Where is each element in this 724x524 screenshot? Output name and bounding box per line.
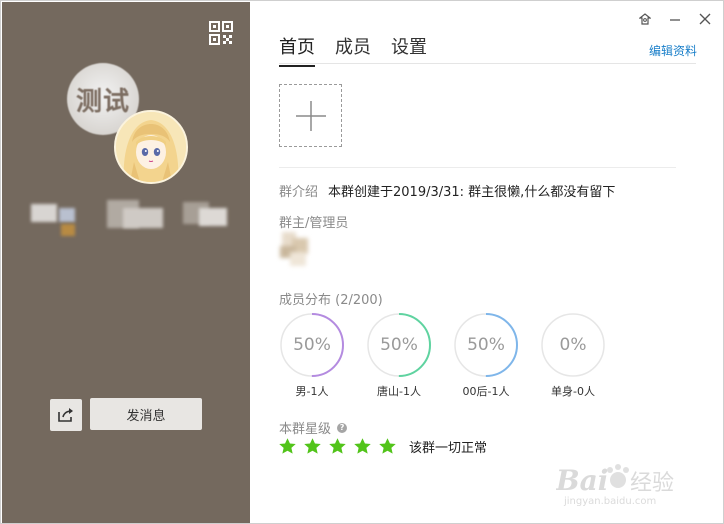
distribution-item: 50% 00后-1人 [453, 312, 519, 399]
star-icon [279, 438, 296, 454]
window-controls [638, 12, 712, 26]
qr-code-icon[interactable] [209, 21, 233, 45]
star-icon [379, 438, 396, 454]
distribution-percent: 0% [559, 335, 587, 355]
distribution-caption: 唐山-1人 [377, 385, 421, 398]
group-intro: 群介绍 本群创建于2019/3/31: 群主很懒,什么都没有留下 [279, 181, 615, 200]
baidu-watermark: Bai 经验 jingyan.baidu.com [556, 460, 706, 515]
minimize-icon[interactable] [668, 12, 682, 26]
star-icon [304, 438, 321, 454]
distribution-ring: 0% [540, 312, 606, 378]
star-icon [329, 438, 346, 454]
group-intro-text: 本群创建于2019/3/31: 群主很懒,什么都没有留下 [328, 185, 616, 200]
right-panel: 首页 成员 设置 编辑资料 群介绍 本群创建于2019/3/31: 群主很懒,什… [250, 2, 724, 523]
distribution-percent: 50% [293, 335, 331, 355]
distribution-caption: 男-1人 [295, 385, 329, 398]
distribution-percent: 50% [380, 335, 418, 355]
help-icon[interactable]: ? [337, 422, 348, 433]
distribution-caption: 单身-0人 [551, 385, 595, 398]
blurred-group-name [27, 198, 232, 238]
edit-profile-link[interactable]: 编辑资料 [649, 42, 697, 59]
owner-avatar [114, 110, 188, 184]
watermark-subtitle: jingyan.baidu.com [564, 496, 657, 507]
share-icon [58, 408, 73, 422]
group-level-stars: 该群一切正常 [278, 437, 487, 456]
distribution-percent: 50% [467, 335, 505, 355]
group-level-label-row: 本群星级 ? [279, 418, 348, 437]
svg-text:经验: 经验 [630, 471, 674, 496]
distribution-ring: 50% [279, 312, 345, 378]
distribution-item: 0% 单身-0人 [540, 312, 606, 399]
group-level-label: 本群星级 [279, 422, 332, 437]
star-icon [354, 438, 371, 454]
left-panel: 测试 发消息 [2, 2, 250, 523]
distribution-caption: 00后-1人 [462, 385, 510, 398]
distribution-item: 50% 唐山-1人 [366, 312, 432, 399]
tab-members[interactable]: 成员 [335, 33, 371, 67]
tab-divider [279, 63, 696, 64]
distribution-ring: 50% [453, 312, 519, 378]
admin-avatar[interactable] [278, 232, 312, 270]
member-distribution-rings: 50% 男-1人 50% 唐山-1人 50% 00后-1人 0% 单身-0人 [279, 312, 606, 399]
distribution-ring: 50% [366, 312, 432, 378]
group-avatar-text: 测试 [75, 86, 130, 117]
plus-icon [295, 100, 326, 131]
tab-bar: 首页 成员 设置 [279, 33, 427, 67]
member-distribution-label: 成员分布 (2/200) [279, 293, 383, 308]
svg-text:Bai: Bai [556, 464, 608, 497]
section-divider [279, 167, 676, 168]
send-message-button[interactable]: 发消息 [90, 398, 202, 430]
admins-label: 群主/管理员 [279, 216, 349, 231]
group-profile-window: 测试 发消息 首页 成员 设置 编辑资料 群介绍 本群创建于2019/3/31:… [0, 0, 724, 524]
distribution-item: 50% 男-1人 [279, 312, 345, 399]
group-level-text: 该群一切正常 [409, 441, 488, 456]
add-photo-button[interactable] [279, 84, 342, 147]
close-icon[interactable] [698, 12, 712, 26]
group-intro-label: 群介绍 [279, 185, 319, 200]
tab-home[interactable]: 首页 [279, 33, 315, 67]
share-button[interactable] [50, 399, 82, 431]
tab-settings[interactable]: 设置 [391, 33, 427, 67]
skin-icon[interactable] [638, 12, 652, 26]
